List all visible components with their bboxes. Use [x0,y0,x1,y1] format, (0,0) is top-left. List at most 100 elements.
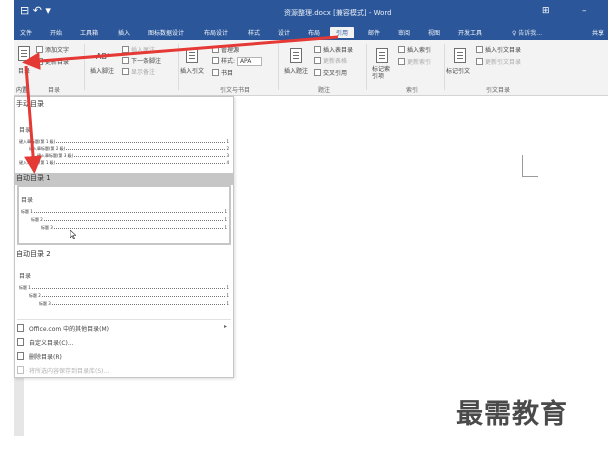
tab-layout-design[interactable]: 布局设计 [204,28,228,37]
insert-endnote-button[interactable]: 插入尾注 [122,45,155,54]
tab-toolbox[interactable]: 工具箱 [80,28,98,37]
margin-corner-mark [522,155,538,177]
left-margin [0,0,14,451]
update-table-icon [314,57,321,64]
insert-caption-button[interactable]: 插入题注 [284,66,308,75]
insert-citation-button[interactable]: 插入引文 [180,66,204,75]
insert-table-of-authorities-button[interactable]: 插入引文目录 [476,45,521,54]
insert-table-of-figures-button[interactable]: 插入表目录 [314,45,353,54]
insert-index-icon [398,46,405,53]
tab-insert[interactable]: 插入 [118,28,130,37]
toc-option-auto-2[interactable]: 目录 标题 11 标题 21 标题 31 [17,263,231,315]
mouse-cursor-icon [70,230,76,239]
group-label-toc: 目录 [48,87,61,94]
bibliography-button[interactable]: 书目 [212,68,233,77]
style-select[interactable]: 样式: APA [212,56,263,66]
toc-preview-line: 标题 31 [39,301,229,307]
section-auto-toc-1: 自动目录 1 [15,173,233,185]
quick-access-toolbar[interactable]: ⊟ ↶ ▾ [20,4,51,17]
manage-sources-button[interactable]: 管理源 [212,45,239,54]
endnote-icon [122,46,129,53]
mark-entry-icon[interactable] [376,48,388,63]
save-to-gallery-icon [17,366,24,374]
toc-icon[interactable] [18,46,30,61]
toc-preview-line: 标题 21 [29,293,229,299]
save-selection-to-gallery-item[interactable]: 将所选内容保存到目录库(S)... [15,365,233,376]
update-table-button[interactable]: 更新表格 [314,56,347,65]
office-com-icon [17,324,24,332]
word-window: ⊟ ↶ ▾ 资源整理.docx [兼容模式] - Word ⊞ – 文件 开始 … [0,0,608,451]
toc-preview-line: 键入章标题(第 1 级) 4 [19,160,229,166]
toc-option-manual[interactable]: 目录 键入章标题(第 1 级) 1 键入章标题(第 2 级) 2 键入章标题(第 3… [17,115,231,169]
add-text-button[interactable]: 添加文字 [36,45,69,54]
update-authorities-button[interactable]: 更新引文目录 [476,57,521,66]
update-authorities-icon [476,58,483,65]
ribbon-separator [366,44,367,90]
toc-preview-line: 标题 11 [21,209,227,215]
mark-citation-button[interactable]: 标记引文 [446,66,470,75]
show-notes-button[interactable]: 显示备注 [122,67,155,76]
group-label-caption: 题注 [318,87,331,94]
insert-caption-icon[interactable] [290,48,302,63]
update-toc-button[interactable]: 更新目录 [36,57,69,66]
toc-preview-line: 标题 31 [41,225,227,231]
insert-footnote-button[interactable]: 插入脚注 [90,66,114,75]
style-value: APA [236,57,263,66]
thumb-content: 目录 标题 11 标题 21 标题 31 [19,187,229,243]
table-of-authorities-icon [476,46,483,53]
style-icon [212,57,219,64]
thumb-content: 目录 键入章标题(第 1 级) 1 键入章标题(第 2 级) 2 键入章标题(第 3… [17,115,231,169]
custom-toc-item[interactable]: 自定义目录(C)... [15,337,233,348]
group-label-authorities: 引文目录 [486,87,511,94]
remove-toc-item[interactable]: 删除目录(R) [15,351,233,362]
table-of-figures-icon [314,46,321,53]
toc-button[interactable]: 目录 [18,66,30,75]
tab-home[interactable]: 开始 [50,28,62,37]
tab-chart-design[interactable]: 图标数据设计 [148,28,184,37]
ribbon-tabs: 文件 开始 工具箱 插入 图标数据设计 布局设计 样式 设计 布局 引用 邮件 … [14,26,608,40]
toc-preview-title: 目录 [19,273,32,280]
toc-preview-title: 目录 [19,127,32,134]
ribbon-separator [444,44,445,90]
tab-design[interactable]: 设计 [278,28,290,37]
toc-preview-line: 标题 11 [19,285,229,291]
group-label-index: 索引 [406,87,419,94]
tab-layout[interactable]: 布局 [308,28,320,37]
tab-file[interactable]: 文件 [20,28,32,37]
bibliography-icon [212,69,219,76]
group-label-citation: 引文与书目 [220,87,251,94]
watermark-logo: 最需教育 [456,399,568,430]
update-icon [36,58,43,65]
tab-view[interactable]: 视图 [428,28,440,37]
insert-index-button[interactable]: 插入索引 [398,45,431,54]
cross-reference-button[interactable]: 交叉引用 [314,68,347,77]
remove-toc-icon [17,352,24,360]
mark-entry-button[interactable]: 标记索引项 [372,66,392,80]
document-title: 资源整理.docx [兼容模式] - Word [284,9,392,17]
insert-citation-icon[interactable] [186,48,198,63]
toc-preview-line: 标题 21 [31,217,227,223]
share-button[interactable]: 共享 [592,28,604,37]
ribbon-separator [178,44,179,90]
tell-me-search[interactable]: ♀ 告诉我... [512,28,542,37]
toc-preview-line: 键入章标题(第 2 级) 2 [29,146,229,152]
tab-developer[interactable]: 开发工具 [458,28,482,37]
toc-option-auto-1[interactable]: 目录 标题 11 标题 21 标题 31 [17,185,231,245]
update-index-icon [398,58,405,65]
restore-icon[interactable]: ⊞ [542,6,550,16]
document-page[interactable] [234,96,608,436]
tab-references[interactable]: 引用 [330,27,355,38]
minimize-icon[interactable]: – [582,6,587,16]
more-tocs-office-com[interactable]: Office.com 中的其他目录(M) ▸ [15,323,233,334]
toc-preview-line: 键入章标题(第 1 级) 1 [19,139,229,145]
tab-review[interactable]: 审阅 [398,28,410,37]
next-footnote-button[interactable]: 下一条脚注 [122,56,161,65]
tab-mailings[interactable]: 邮件 [368,28,380,37]
custom-toc-icon [17,338,24,346]
tab-format[interactable]: 样式 [248,28,260,37]
toc-preview-line: 键入章标题(第 3 级) 3 [37,153,229,159]
section-auto-toc-2: 自动目录 2 [16,250,51,258]
update-index-button[interactable]: 更新索引 [398,57,431,66]
mark-citation-icon[interactable] [454,48,466,63]
ribbon-references: 目录 添加文字 更新目录 内置 目录 AB¹ 插入脚注 插入尾注 下一条脚注 显… [14,40,608,96]
